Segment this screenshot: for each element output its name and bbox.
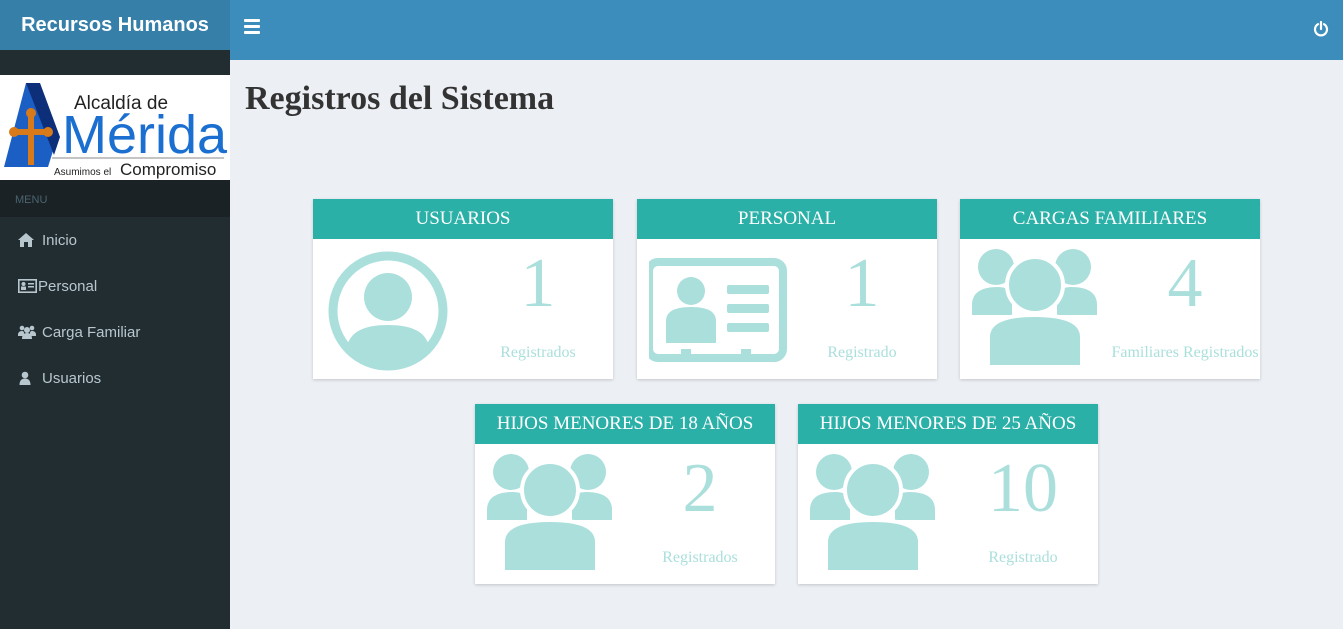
home-icon — [18, 232, 36, 248]
card-title: CARGAS FAMILIARES — [960, 199, 1260, 239]
stat-card-cargas-familiares: CARGAS FAMILIARES 4 Familiares Registrad… — [960, 199, 1260, 379]
card-value: 2 — [682, 450, 718, 527]
sidebar-item-label: Carga Familiar — [42, 323, 141, 341]
sidebar-item-label: Usuarios — [42, 369, 102, 387]
sidebar-item-label: Personal — [38, 277, 98, 295]
id-card-icon — [645, 249, 787, 371]
users-icon — [18, 324, 36, 340]
user-circle-icon — [325, 249, 455, 371]
users-icon — [487, 454, 617, 576]
page-title: Registros del Sistema — [245, 80, 555, 117]
menu-header: MENU — [0, 180, 230, 217]
top-navbar — [230, 0, 1343, 60]
logo-tag-big: Compromiso — [120, 160, 216, 179]
card-value: 4 — [1167, 245, 1203, 322]
card-label: Registrado — [827, 344, 897, 361]
id-card-icon — [18, 278, 38, 294]
app-brand[interactable]: Recursos Humanos — [0, 0, 230, 50]
logo-tag-small: Asumimos el — [54, 167, 111, 178]
sidebar-item-label: Inicio — [42, 231, 78, 249]
sidebar-item-personal[interactable]: Personal — [0, 264, 230, 308]
logo: Alcaldía de Mérida Asumimos el Compromis… — [0, 75, 230, 180]
users-icon — [810, 454, 940, 576]
card-value: 1 — [520, 245, 556, 322]
power-icon[interactable] — [1313, 20, 1329, 37]
card-title: USUARIOS — [313, 199, 613, 239]
card-value: 10 — [988, 450, 1058, 527]
stat-card-usuarios: USUARIOS 1 Registrados — [313, 199, 613, 379]
stat-card-personal: PERSONAL 1 Registrado — [637, 199, 937, 379]
stat-card-hijos-25: HIJOS MENORES DE 25 AÑOS 10 Registrado — [798, 404, 1098, 584]
card-title: HIJOS MENORES DE 18 AÑOS — [475, 404, 775, 444]
card-value: 1 — [844, 245, 880, 322]
card-label: Registrado — [988, 549, 1058, 566]
menu-toggle-icon[interactable] — [244, 19, 260, 35]
logo-line2: Mérida — [62, 105, 228, 165]
users-icon — [972, 249, 1102, 371]
sidebar-item-inicio[interactable]: Inicio — [0, 218, 230, 262]
sidebar: Alcaldía de Mérida Asumimos el Compromis… — [0, 50, 230, 629]
sidebar-item-carga-familiar[interactable]: Carga Familiar — [0, 310, 230, 354]
card-title: PERSONAL — [637, 199, 937, 239]
card-title: HIJOS MENORES DE 25 AÑOS — [798, 404, 1098, 444]
user-icon — [18, 370, 36, 386]
card-label: Familiares Registrados — [1111, 344, 1259, 361]
stat-card-hijos-18: HIJOS MENORES DE 18 AÑOS 2 Registrados — [475, 404, 775, 584]
sidebar-item-usuarios[interactable]: Usuarios — [0, 356, 230, 400]
card-label: Registrados — [500, 344, 576, 361]
card-label: Registrados — [662, 549, 738, 566]
